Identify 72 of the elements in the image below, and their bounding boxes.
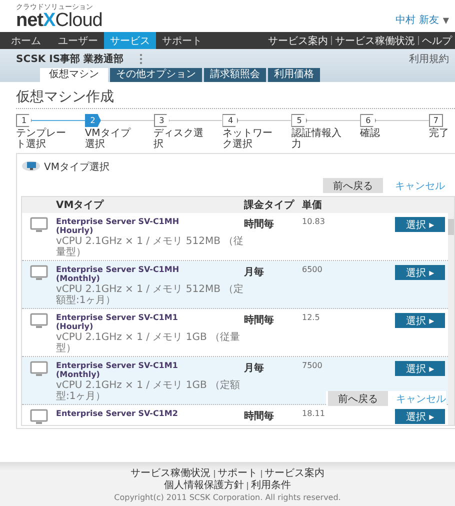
step-label: ディスク選択: [154, 128, 204, 150]
billing-type: 時間毎: [244, 410, 275, 423]
nav-link[interactable]: サービス案内: [268, 34, 328, 48]
step-label: VMタイプ選択: [84, 128, 132, 150]
billing-type: 時間毎: [244, 218, 275, 231]
page-title: 仮想マシン作成: [16, 88, 455, 109]
vm-type-name: Enterprise Server SV-C1MH (Monthly): [56, 265, 180, 283]
billing-type: 時間毎: [244, 314, 275, 327]
scrollbar[interactable]: [448, 213, 454, 425]
vm-spec: vCPU 2.1GHz × 1 / メモリ 1GB （定額型:1ヶ月）: [56, 380, 242, 402]
nav-tab[interactable]: サポート: [156, 32, 208, 49]
step-number: 7: [428, 114, 443, 127]
nav-tab[interactable]: ユーザー: [52, 32, 104, 49]
footer-link[interactable]: 個人情報保護方針: [164, 480, 244, 492]
logo[interactable]: netXCloud: [16, 11, 102, 31]
back-button[interactable]: 前へ戻る: [328, 391, 388, 406]
step-number: 6: [360, 114, 376, 127]
select-button[interactable]: 選択 ▸: [395, 409, 445, 424]
section-title: VMタイプ選択: [44, 160, 110, 174]
nav-link[interactable]: ヘルプ: [422, 34, 452, 48]
footer-link[interactable]: サポート: [218, 468, 258, 480]
sub-tab[interactable]: 利用価格: [268, 68, 320, 82]
monitor-icon: [30, 361, 48, 377]
monitor-icon: [30, 313, 48, 329]
step-number: 3: [154, 114, 170, 127]
vm-type-name: Enterprise Server SV-C1M2: [56, 409, 179, 418]
select-button[interactable]: 選択 ▸: [395, 361, 445, 376]
step-label: 確認: [360, 128, 382, 139]
column-header: 単価: [302, 198, 323, 212]
more-options-icon[interactable]: [140, 54, 144, 64]
column-header: 課金タイプ: [244, 198, 296, 212]
footer-link[interactable]: サービス稼働状況: [130, 468, 210, 480]
vm-spec: vCPU 2.1GHz × 1 / メモリ 1GB （従量型）: [56, 332, 242, 354]
dropdown-caret-icon[interactable]: ▼: [442, 16, 449, 24]
step-label: 認証情報入力: [291, 128, 342, 150]
select-button[interactable]: 選択 ▸: [395, 265, 445, 280]
unit-price: 12.5: [302, 313, 321, 322]
nav-tab[interactable]: ホーム: [0, 32, 52, 49]
step-label: テンプレート選択: [16, 128, 66, 150]
nav-link[interactable]: 利用規約: [409, 52, 449, 66]
billing-type: 月毎: [244, 362, 265, 375]
vm-type-name: Enterprise Server SV-C1M1 (Hourly): [56, 313, 179, 331]
sub-tab[interactable]: その他オプション: [110, 68, 202, 82]
monitor-icon: [30, 217, 48, 233]
unit-price: 18.11: [302, 409, 326, 418]
monitor-icon: [30, 265, 48, 281]
step-number: 5: [291, 114, 308, 127]
column-header: VMタイプ: [56, 198, 105, 212]
step-number: 1: [16, 114, 32, 127]
select-button[interactable]: 選択 ▸: [395, 217, 445, 232]
copyright: Copyright(c) 2011 SCSK Corporation. All rights reserved.: [113, 493, 342, 502]
unit-price: 6500: [302, 265, 324, 274]
step-number: 4: [222, 114, 238, 127]
vm-type-name: Enterprise Server SV-C1MH (Hourly): [56, 217, 180, 235]
sub-tab[interactable]: 請求額照会: [204, 68, 266, 82]
footer-link[interactable]: 利用条件: [251, 480, 291, 492]
step-label: ネットワーク選択: [222, 128, 272, 150]
sub-tab[interactable]: 仮想マシン: [40, 68, 108, 82]
nav-link[interactable]: サービス稼働状況: [335, 34, 415, 48]
unit-price: 7500: [302, 361, 324, 370]
vm-type-name: Enterprise Server SV-C1M1 (Monthly): [56, 361, 179, 379]
billing-type: 月毎: [244, 266, 265, 279]
step-number: 2: [84, 114, 101, 127]
unit-price: 10.83: [302, 217, 326, 226]
organization-name: SCSK IS事部 業務通部: [16, 52, 124, 66]
back-button[interactable]: 前へ戻る: [323, 178, 383, 193]
vm-spec: vCPU 2.1GHz × 1 / メモリ 512MB （定額型:1ヶ月）: [56, 284, 244, 306]
step-label: 完了: [428, 128, 450, 139]
select-button[interactable]: 選択 ▸: [395, 313, 445, 328]
footer-link[interactable]: サービス案内: [264, 468, 324, 480]
user-name-link[interactable]: 中村 新友: [396, 13, 439, 27]
vm-spec: vCPU 2.1GHz × 1 / メモリ 512MB （従量型）: [56, 236, 244, 258]
